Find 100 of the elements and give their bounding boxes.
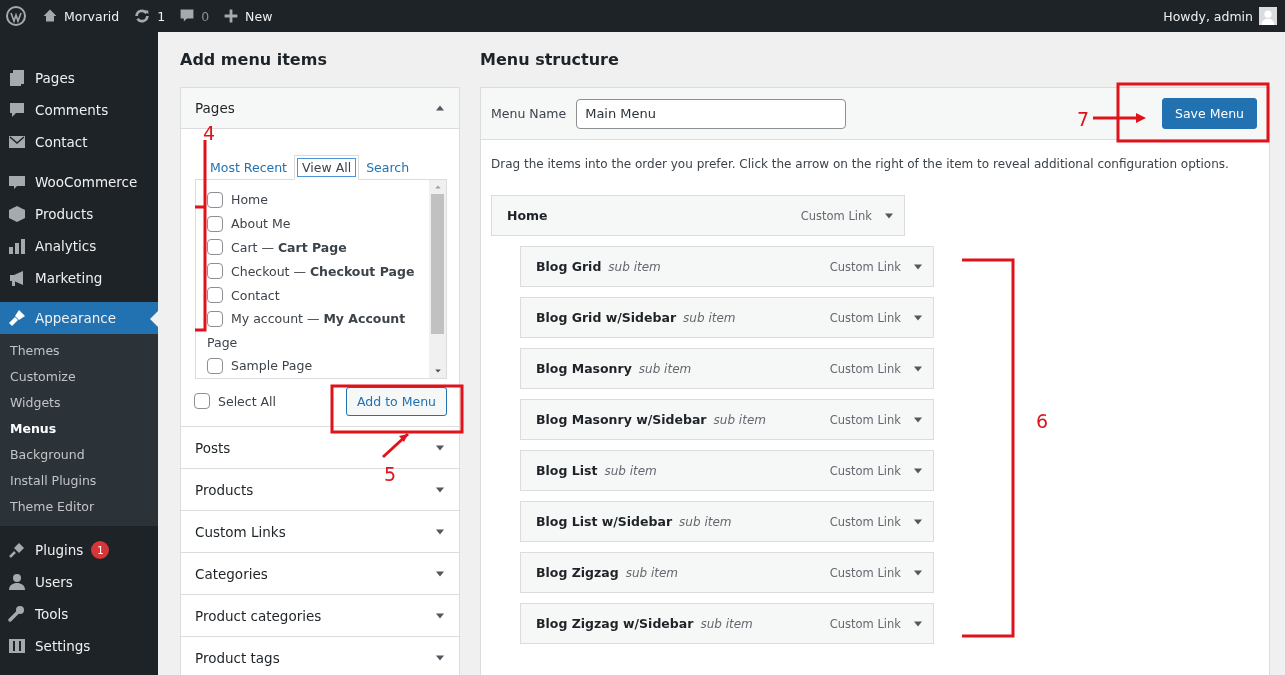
menu-item-type: Custom Link: [829, 514, 901, 529]
menu-item[interactable]: Blog Zigzag w/Sidebar sub item Custom Link: [520, 603, 934, 644]
menu-item-title: Blog Zigzag: [536, 565, 619, 580]
menu-item[interactable]: Blog Zigzag sub item Custom Link: [520, 552, 934, 593]
menu-item-title: Home: [507, 208, 548, 223]
account-link[interactable]: Howdy, admin: [1163, 7, 1277, 25]
speech-bubble-icon: [179, 8, 196, 24]
menu-item-title: Blog List: [536, 463, 598, 478]
menu-item-type: Custom Link: [829, 259, 901, 274]
menu-name-field[interactable]: Main Menu: [576, 98, 847, 129]
triangle-up-icon: [433, 183, 442, 191]
new-link[interactable]: New: [223, 8, 273, 24]
checkbox[interactable]: [207, 287, 223, 304]
checkbox[interactable]: [207, 263, 223, 280]
menu-item-type: Custom Link: [829, 616, 901, 631]
menu-item-type: Custom Link: [829, 463, 901, 478]
checkbox-label: My account — My Account: [231, 311, 406, 327]
comments-link[interactable]: 0: [179, 8, 210, 24]
checkbox[interactable]: [207, 239, 223, 256]
tab[interactable]: View All: [294, 155, 360, 180]
scrollbar[interactable]: [429, 180, 446, 378]
section-title: Add menu items: [180, 50, 328, 71]
menu-item-type: Custom Link: [829, 565, 901, 580]
menu-item[interactable]: Blog List w/Sidebar sub item Custom Link: [520, 501, 934, 542]
submenu-item[interactable]: Themes: [0, 338, 158, 364]
menu-item[interactable]: Blog Masonry sub item Custom Link: [520, 348, 934, 389]
add-to-menu-button[interactable]: Add to Menu: [345, 387, 447, 416]
menu-item[interactable]: Home Custom Link: [491, 195, 905, 236]
menu-item-note: sub item: [683, 311, 736, 325]
menu-item[interactable]: Blog List sub item Custom Link: [520, 450, 934, 491]
sidebar-item[interactable]: Products: [0, 198, 158, 230]
bar-chart-icon: [7, 236, 27, 256]
site-name-link[interactable]: Morvarid: [42, 8, 120, 24]
accordion-title[interactable]: Product categories: [195, 607, 322, 624]
annotation-number: 6: [1036, 410, 1049, 432]
sidebar-item[interactable]: Analytics: [0, 230, 158, 262]
tab[interactable]: Most Recent: [203, 156, 295, 179]
checkbox[interactable]: [194, 393, 210, 410]
sidebar-item[interactable]: WooCommerce: [0, 166, 158, 198]
speech-bubble-icon: [7, 100, 27, 120]
menu-item-title: Blog Grid: [536, 259, 602, 274]
triangle-down-icon: [433, 367, 442, 375]
submenu-item[interactable]: Menus: [0, 416, 158, 442]
tab[interactable]: Search: [359, 156, 417, 179]
accordion-title[interactable]: Posts: [195, 439, 231, 456]
sidebar-item[interactable]: Marketing: [0, 262, 158, 294]
checkbox[interactable]: [207, 215, 223, 232]
menu-item-note: sub item: [604, 464, 657, 478]
menu-item-note: sub item: [638, 362, 692, 376]
menu-item-title: Blog Grid w/Sidebar: [536, 310, 677, 325]
wordpress-logo-icon: [6, 6, 26, 26]
instruction-text: Drag the items into the order you prefer. Click the arrow on the right of the item to reveal additional configuration options.: [491, 157, 1230, 171]
update-count-badge: 1: [91, 541, 110, 559]
accordion-title[interactable]: Categories: [195, 565, 268, 582]
person-icon: [7, 572, 27, 592]
sidebar-item[interactable]: Contact: [0, 126, 158, 158]
save-menu-button[interactable]: Save Menu: [1162, 98, 1257, 129]
accordion-title[interactable]: Products: [195, 481, 254, 498]
menu-item-title: Blog Zigzag w/Sidebar: [536, 616, 694, 631]
submenu-item[interactable]: Theme Editor: [0, 494, 158, 520]
accordion-title[interactable]: Product tags: [195, 649, 280, 666]
submenu-item[interactable]: Customize: [0, 364, 158, 390]
checkbox-label: Cart — Cart Page: [231, 240, 347, 255]
wrench-icon: [7, 604, 27, 624]
checkbox[interactable]: [207, 357, 223, 374]
menu-item-type: Custom Link: [829, 412, 901, 427]
sidebar-item[interactable]: Comments: [0, 94, 158, 126]
sliders-icon: [7, 636, 27, 656]
submenu-item[interactable]: Background: [0, 442, 158, 468]
menu-item-note: sub item: [700, 617, 753, 631]
menu-item[interactable]: Blog Grid w/Sidebar sub item Custom Link: [520, 297, 934, 338]
triangle-up-icon: [435, 103, 445, 113]
checkbox[interactable]: [207, 191, 223, 208]
pages-icon: [7, 68, 27, 88]
checkbox[interactable]: [207, 310, 223, 327]
menu-item-note: sub item: [713, 413, 766, 427]
updates-link[interactable]: 1: [133, 7, 166, 25]
menu-item-note: sub item: [608, 260, 661, 274]
accordion-title[interactable]: Custom Links: [195, 523, 286, 540]
submenu-item[interactable]: Widgets: [0, 390, 158, 416]
menu-item-note: sub item: [679, 515, 732, 529]
sidebar-item[interactable]: Settings: [0, 630, 158, 662]
sidebar-item[interactable]: Pages: [0, 62, 158, 94]
menu-item-title: Blog Masonry w/Sidebar: [536, 412, 707, 427]
menu-item[interactable]: Blog Masonry w/Sidebar sub item Custom Link: [520, 399, 934, 440]
section-title: Menu structure: [480, 50, 620, 71]
scrollbar-thumb[interactable]: [431, 194, 444, 334]
sidebar-item[interactable]: Plugins 1: [0, 534, 158, 566]
menu-item-type: Custom Link: [829, 361, 901, 376]
checkbox-label: About Me: [231, 216, 291, 232]
sidebar-item[interactable]: Appearance: [0, 302, 158, 334]
field-label: Menu Name: [491, 106, 567, 121]
annotation-number: 5: [384, 463, 397, 485]
submenu-item[interactable]: Install Plugins: [0, 468, 158, 494]
sidebar-item[interactable]: Tools: [0, 598, 158, 630]
avatar-icon: [1259, 7, 1277, 25]
menu-item[interactable]: Blog Grid sub item Custom Link: [520, 246, 934, 287]
menu-item-type: Custom Link: [829, 310, 901, 325]
sidebar-item[interactable]: Users: [0, 566, 158, 598]
refresh-icon: [133, 7, 152, 25]
